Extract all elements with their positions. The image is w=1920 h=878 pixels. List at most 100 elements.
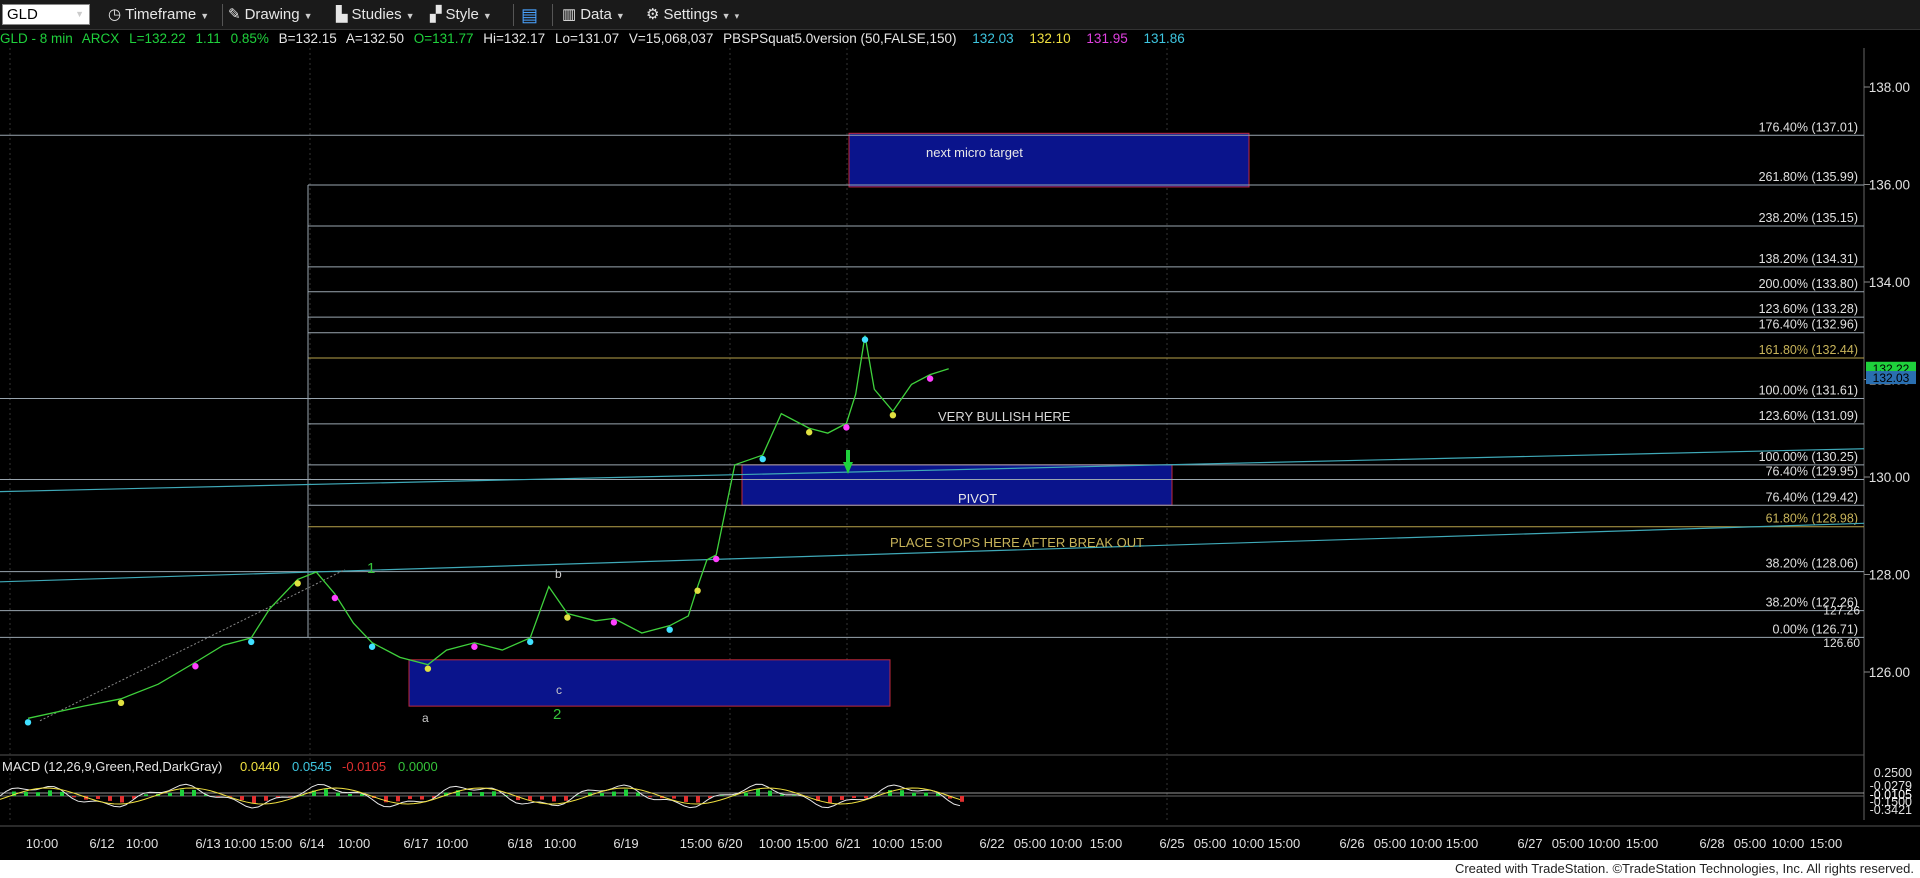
time-tick-label: 6/18 — [507, 836, 532, 851]
time-tick-label: 10:00 — [338, 836, 371, 851]
drawing-menu[interactable]: ✎ Drawing ▼ — [228, 5, 313, 25]
macd-histogram-bar — [588, 792, 592, 796]
study-marker — [471, 643, 478, 650]
macd-histogram-bar — [684, 796, 688, 802]
time-tick-label: 05:00 — [1374, 836, 1407, 851]
macd-histogram-bar — [324, 789, 328, 796]
time-tick-label: 10:00 — [872, 836, 905, 851]
target-zone — [741, 464, 1173, 506]
macd-histogram-bar — [900, 790, 904, 796]
fib-level-label: 238.20% (135.15) — [1759, 211, 1858, 225]
price-tick-label: 132.00 — [1869, 373, 1910, 388]
symbol-interval: GLD - 8 min — [0, 31, 73, 46]
time-tick-label: 6/26 — [1339, 836, 1364, 851]
studies-icon: ▙ — [336, 6, 348, 23]
macd-histogram-bar — [192, 789, 196, 796]
chevron-down-icon: ▾ — [734, 11, 740, 21]
settings-menu[interactable]: ⚙ Settings ▼ ▾ — [646, 5, 739, 25]
chevron-down-icon: ▼ — [75, 9, 84, 19]
time-tick-label: 10:00 — [1588, 836, 1621, 851]
macd-line — [0, 783, 961, 809]
macd-histogram-bar — [840, 796, 844, 800]
style-menu[interactable]: ▞ Style ▼ — [430, 5, 492, 25]
macd-histogram-bar — [888, 790, 892, 796]
macd-histogram-bar — [864, 796, 868, 799]
macd-histogram-bar — [456, 790, 460, 796]
macd-histogram-bar — [924, 792, 928, 796]
target-zone — [848, 132, 1250, 188]
macd-histogram-bar — [744, 792, 748, 796]
time-tick-label: 10:00 — [1050, 836, 1083, 851]
macd-histogram-bar — [348, 793, 352, 796]
symbol-input[interactable]: GLD ▼ — [2, 4, 90, 25]
macd-label: MACD (12,26,9,Green,Red,DarkGray) — [2, 759, 222, 774]
macd-histogram-bar — [756, 788, 760, 796]
macd-histogram-bar — [96, 796, 100, 799]
macd-tick-label: -0.3421 — [1870, 803, 1912, 817]
fib-level-label: 123.60% (131.09) — [1759, 409, 1858, 423]
time-tick-label: 10:00 — [544, 836, 577, 851]
layout-icon[interactable]: ▤ — [521, 5, 538, 25]
timeframe-label: Timeframe — [125, 6, 197, 23]
macd-histogram-bar — [528, 796, 532, 801]
chevron-down-icon: ▼ — [405, 11, 415, 21]
study-marker — [843, 424, 850, 431]
axis-value-label: 126.60 — [1823, 636, 1860, 650]
macd-histogram-bar — [336, 792, 340, 796]
chevron-down-icon: ▼ — [721, 11, 731, 21]
macd-histogram-bar — [72, 796, 76, 798]
data-menu[interactable]: ▥ Data ▼ — [562, 5, 625, 25]
fib-level-label: 0.00% (126.71) — [1773, 622, 1858, 636]
macd-tick-label: -0.1500 — [1870, 795, 1912, 809]
macd-histogram-bar — [780, 794, 784, 796]
study-marker — [694, 587, 701, 594]
macd-histogram-bar — [60, 791, 64, 796]
wave-label-2: 2 — [553, 706, 561, 723]
time-tick-label: 6/19 — [613, 836, 638, 851]
price-tag-label: 132.22 — [1873, 362, 1910, 376]
macd-value-3: -0.0105 — [342, 759, 386, 774]
gear-icon: ⚙ — [646, 6, 660, 23]
last-price: L=132.22 — [129, 31, 186, 46]
macd-histogram-bar — [816, 796, 820, 801]
study-marker — [192, 663, 199, 670]
high-price: Hi=132.17 — [483, 31, 546, 46]
price-chart[interactable]: 176.40% (137.01)261.80% (135.99)238.20% … — [0, 0, 1920, 878]
macd-histogram-bar — [204, 794, 208, 796]
symbol-text: GLD — [7, 6, 38, 23]
macd-histogram-bar — [144, 794, 148, 796]
wave-connector-line — [39, 569, 346, 722]
macd-histogram-bar — [372, 796, 376, 798]
low-price: Lo=131.07 — [554, 31, 620, 46]
time-tick-label: 15:00 — [1090, 836, 1123, 851]
chevron-down-icon: ▼ — [303, 11, 313, 21]
clock-icon: ◷ — [108, 6, 122, 23]
fib-level-label: 100.00% (131.61) — [1759, 384, 1858, 398]
macd-histogram-bar — [168, 793, 172, 796]
studies-menu[interactable]: ▙ Studies ▼ — [336, 5, 415, 25]
study-marker — [368, 643, 376, 650]
time-tick-label: 15:00 — [910, 836, 943, 851]
macd-tick-label: 0.2500 — [1874, 766, 1912, 780]
time-tick-label: 15:00 — [1626, 836, 1659, 851]
macd-histogram-bar — [540, 796, 544, 800]
chevron-down-icon: ▼ — [615, 11, 625, 21]
settings-label: Settings — [663, 6, 718, 23]
chart-info-bar: GLD - 8 min ARCX L=132.22 1.11 0.85% B=1… — [0, 31, 1191, 47]
study-marker — [759, 455, 766, 463]
time-tick-label: 10:00 — [1772, 836, 1805, 851]
time-tick-label: 6/28 — [1699, 836, 1724, 851]
zone-label-pivot: PIVOT — [958, 491, 997, 506]
timeframe-menu[interactable]: ◷ Timeframe ▼ — [108, 5, 209, 25]
fib-level-label: 100.00% (130.25) — [1759, 450, 1858, 464]
time-tick-label: 6/20 — [717, 836, 742, 851]
macd-histogram-bar — [36, 792, 40, 796]
volume: V=15,068,037 — [628, 31, 714, 46]
time-tick-label: 6/17 — [403, 836, 428, 851]
time-tick-label: 05:00 — [1014, 836, 1047, 851]
wave-label-a: a — [422, 711, 429, 725]
study-marker — [806, 429, 813, 436]
macd-histogram-bar — [48, 790, 52, 796]
macd-histogram-bar — [228, 796, 232, 797]
macd-tick-label: -0.0105 — [1870, 788, 1912, 802]
